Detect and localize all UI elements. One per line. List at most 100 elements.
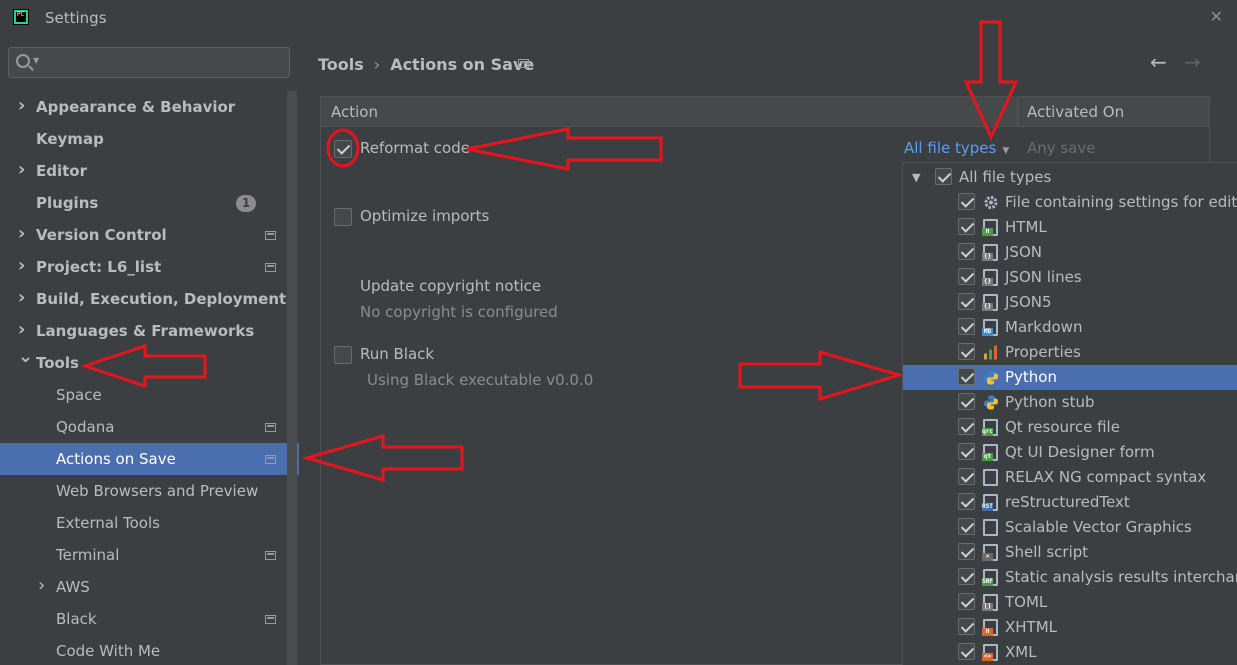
- file-type-item-json[interactable]: {} JSON: [903, 240, 1237, 265]
- svg-file-icon: [983, 519, 998, 536]
- file-type-item-static-analysis-results-interchange[interactable]: SRF Static analysis results interchange: [903, 565, 1237, 590]
- file-type-item-xhtml[interactable]: H XHTML: [903, 615, 1237, 640]
- file-type-item-toml[interactable]: [] TOML: [903, 590, 1237, 615]
- sidebar-item-project-l6-list[interactable]: › Project: L6_list: [0, 251, 287, 283]
- file-type-checkbox[interactable]: [958, 393, 975, 410]
- sidebar-item-label: Project: L6_list: [36, 258, 162, 276]
- chevron-right-icon[interactable]: ›: [18, 282, 25, 314]
- file-type-badge: <>: [982, 653, 993, 661]
- file-type-item-xml[interactable]: <> XML: [903, 640, 1237, 665]
- file-type-checkbox[interactable]: [958, 493, 975, 510]
- run-black-label[interactable]: Run Black: [360, 345, 434, 363]
- chevron-right-icon[interactable]: ›: [18, 250, 25, 282]
- file-type-item-json5[interactable]: {} JSON5: [903, 290, 1237, 315]
- breadcrumb-parent[interactable]: Tools: [318, 55, 364, 74]
- sidebar-item-qodana[interactable]: Qodana: [0, 411, 287, 443]
- search-input[interactable]: ▼: [8, 47, 290, 78]
- file-type-item-json-lines[interactable]: {} JSON lines: [903, 265, 1237, 290]
- file-type-item-relax-ng-compact-syntax[interactable]: RELAX NG compact syntax: [903, 465, 1237, 490]
- file-type-item-file-containing-settings-for-editor[interactable]: File containing settings for editor: [903, 190, 1237, 215]
- sidebar-scrollbar[interactable]: [287, 91, 297, 665]
- sidebar-item-appearance-behavior[interactable]: › Appearance & Behavior: [0, 91, 287, 123]
- file-type-item-python[interactable]: Python: [903, 365, 1237, 390]
- chevron-right-icon[interactable]: ›: [18, 90, 25, 122]
- file-type-item-markdown[interactable]: MD Markdown: [903, 315, 1237, 340]
- sidebar-item-keymap[interactable]: Keymap: [0, 123, 287, 155]
- optimize-imports-checkbox[interactable]: [334, 208, 352, 226]
- close-icon[interactable]: ✕: [1210, 7, 1223, 26]
- file-type-checkbox[interactable]: [958, 443, 975, 460]
- file-type-checkbox[interactable]: [958, 318, 975, 335]
- chevron-right-icon[interactable]: ›: [18, 218, 25, 250]
- file-type-checkbox[interactable]: [958, 518, 975, 535]
- file-type-item-shell-script[interactable]: > Shell script: [903, 540, 1237, 565]
- sidebar-item-aws[interactable]: › AWS: [0, 571, 287, 603]
- file-type-item-scalable-vector-graphics[interactable]: Scalable Vector Graphics: [903, 515, 1237, 540]
- forward-arrow-icon[interactable]: →: [1184, 50, 1201, 74]
- file-type-checkbox[interactable]: [958, 268, 975, 285]
- file-type-checkbox[interactable]: [958, 643, 975, 660]
- file-type-checkbox[interactable]: [958, 618, 975, 635]
- reformat-code-label[interactable]: Reformat code: [360, 139, 470, 157]
- file-type-item-html[interactable]: H HTML: [903, 215, 1237, 240]
- chevron-down-icon[interactable]: ⌄: [18, 341, 33, 373]
- sidebar-item-code-with-me[interactable]: Code With Me: [0, 635, 287, 665]
- file-type-item-python-stub[interactable]: Python stub: [903, 390, 1237, 415]
- xml-file-icon: <>: [982, 644, 998, 661]
- sidebar-item-web-browsers-and-preview[interactable]: Web Browsers and Preview: [0, 475, 287, 507]
- relax-ng-icon: [983, 469, 998, 486]
- sidebar-item-external-tools[interactable]: External Tools: [0, 507, 287, 539]
- all-file-types-checkbox[interactable]: [935, 168, 952, 185]
- chevron-right-icon[interactable]: ›: [18, 154, 25, 186]
- sidebar-item-black[interactable]: Black: [0, 603, 287, 635]
- file-type-item-restructuredtext[interactable]: RST reStructuredText: [903, 490, 1237, 515]
- activated-on-value[interactable]: Any save: [1027, 139, 1096, 157]
- file-type-badge: {}: [982, 303, 993, 311]
- file-type-item-qt-resource-file[interactable]: qrc Qt resource file: [903, 415, 1237, 440]
- table-header: Action Activated On: [321, 97, 1209, 127]
- tree-root-all-file-types[interactable]: ▼ All file types: [903, 165, 1237, 190]
- gear-icon: [983, 194, 998, 211]
- sidebar-item-space[interactable]: Space: [0, 379, 287, 411]
- title-bar: PC Settings ✕: [0, 0, 1237, 36]
- file-type-checkbox[interactable]: [958, 293, 975, 310]
- sidebar-item-build-execution-deployment[interactable]: › Build, Execution, Deployment: [0, 283, 287, 315]
- file-type-checkbox[interactable]: [958, 543, 975, 560]
- sidebar-item-tools[interactable]: ⌄ Tools: [0, 346, 287, 379]
- file-type-checkbox[interactable]: [958, 343, 975, 360]
- file-type-checkbox[interactable]: [958, 468, 975, 485]
- sidebar-item-label: Terminal: [56, 546, 120, 564]
- project-scope-icon: [265, 263, 276, 272]
- run-black-checkbox[interactable]: [334, 346, 352, 364]
- sidebar-item-terminal[interactable]: Terminal: [0, 539, 287, 571]
- file-type-checkbox[interactable]: [958, 593, 975, 610]
- sidebar-item-languages-frameworks[interactable]: › Languages & Frameworks: [0, 315, 287, 347]
- markdown-file-icon: MD: [982, 319, 998, 336]
- sidebar-item-label: Build, Execution, Deployment: [36, 290, 287, 308]
- file-type-label: JSON5: [1005, 293, 1052, 311]
- file-type-checkbox[interactable]: [958, 418, 975, 435]
- file-type-item-properties[interactable]: Properties: [903, 340, 1237, 365]
- file-type-checkbox[interactable]: [958, 243, 975, 260]
- file-types-dropdown[interactable]: All file types ▼: [904, 139, 1009, 157]
- file-type-label: Static analysis results interchange: [1005, 568, 1237, 586]
- file-type-checkbox[interactable]: [958, 193, 975, 210]
- sidebar-item-editor[interactable]: › Editor: [0, 155, 287, 187]
- file-type-label: reStructuredText: [1005, 493, 1130, 511]
- optimize-imports-label[interactable]: Optimize imports: [360, 207, 489, 225]
- sidebar-item-actions-on-save[interactable]: Actions on Save: [0, 443, 299, 475]
- back-arrow-icon[interactable]: ←: [1150, 50, 1167, 74]
- json-file-icon: {}: [982, 269, 998, 286]
- file-type-checkbox[interactable]: [958, 368, 975, 385]
- file-type-checkbox[interactable]: [958, 218, 975, 235]
- file-type-item-qt-ui-designer-form[interactable]: qt Qt UI Designer form: [903, 440, 1237, 465]
- python-stub-icon: [983, 394, 998, 411]
- breadcrumb-separator: ›: [373, 55, 381, 74]
- chevron-right-icon[interactable]: ›: [38, 570, 45, 602]
- properties-file-icon: [983, 344, 998, 361]
- reformat-code-checkbox[interactable]: [334, 140, 352, 158]
- sidebar-item-version-control[interactable]: › Version Control: [0, 219, 287, 251]
- file-type-checkbox[interactable]: [958, 568, 975, 585]
- sidebar-item-plugins[interactable]: Plugins 1: [0, 187, 287, 219]
- file-type-badge: H: [982, 628, 993, 636]
